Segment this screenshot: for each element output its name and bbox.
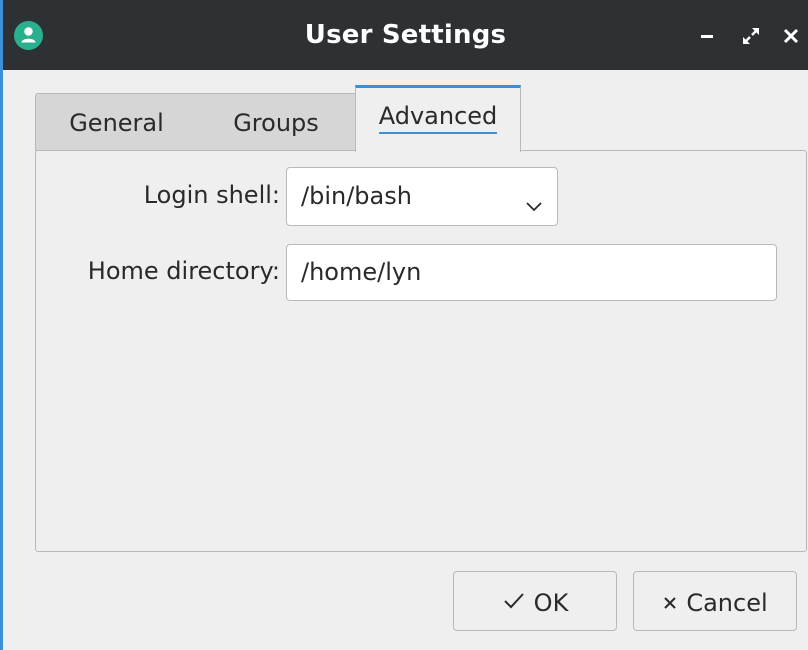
minimize-icon[interactable] bbox=[696, 24, 720, 48]
cancel-button[interactable]: Cancel bbox=[633, 571, 797, 631]
window-title: User Settings bbox=[304, 20, 507, 50]
chevron-down-icon bbox=[525, 190, 543, 212]
tab-general[interactable]: General bbox=[35, 93, 197, 151]
ok-button[interactable]: OK bbox=[453, 571, 617, 631]
login-shell-label: Login shell: bbox=[143, 181, 280, 209]
login-shell-value: /bin/bash bbox=[301, 182, 412, 210]
tab-groups[interactable]: Groups bbox=[197, 93, 355, 151]
login-shell-dropdown[interactable]: /bin/bash bbox=[286, 167, 558, 226]
checkmark-icon bbox=[502, 589, 526, 617]
close-icon[interactable] bbox=[779, 24, 803, 48]
title-bar[interactable]: User Settings bbox=[3, 0, 808, 70]
cancel-label: Cancel bbox=[686, 589, 768, 617]
home-directory-input[interactable]: /home/lyn bbox=[286, 244, 777, 301]
restore-icon[interactable] bbox=[739, 24, 763, 48]
tab-advanced[interactable]: Advanced bbox=[355, 85, 521, 152]
ok-label: OK bbox=[533, 589, 569, 617]
tab-advanced-label: Advanced bbox=[378, 102, 498, 134]
user-settings-window: User Settings General Groups Advanced Lo… bbox=[0, 0, 808, 650]
x-icon bbox=[662, 589, 678, 617]
home-directory-label: Home directory: bbox=[87, 257, 280, 285]
